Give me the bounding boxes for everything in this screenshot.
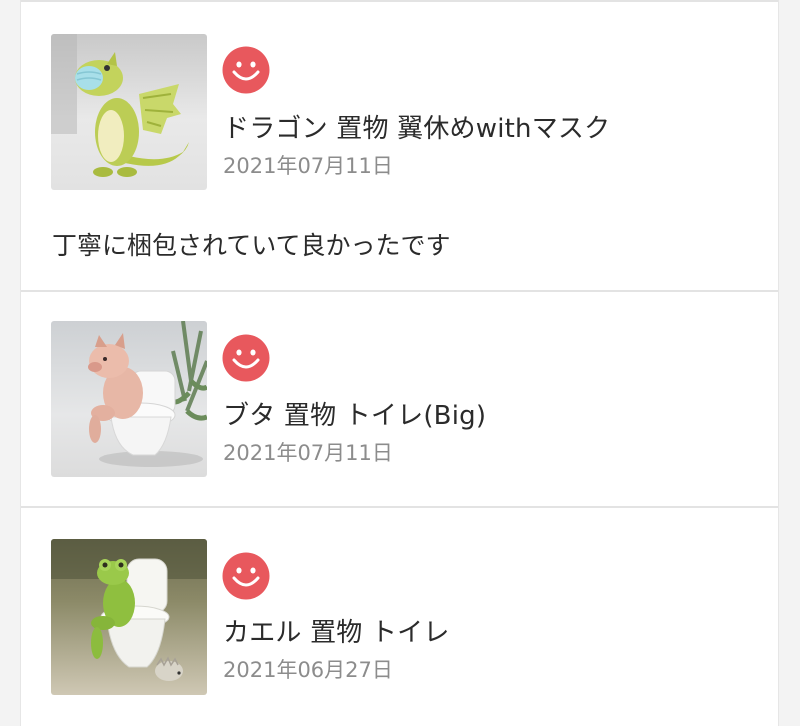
product-name[interactable]: ブタ 置物 トイレ(Big) [223,395,486,432]
product-image-frog[interactable] [51,539,207,695]
review-list: ドラゴン 置物 翼休めwithマスク 2021年07月11日 丁寧に梱包されてい… [20,0,779,726]
review-date: 2021年07月11日 [223,154,393,178]
product-name[interactable]: カエル 置物 トイレ [223,612,450,649]
review-history-page: ドラゴン 置物 翼休めwithマスク 2021年07月11日 丁寧に梱包されてい… [0,0,800,726]
smiley-face-icon [222,552,270,600]
review-item[interactable]: カエル 置物 トイレ 2021年06月27日 [21,508,778,726]
product-image-dragon[interactable] [51,34,207,190]
dragon-figurine-image [51,34,207,190]
pig-figurine-image [51,321,207,477]
review-item[interactable]: ブタ 置物 トイレ(Big) 2021年07月11日 [21,292,778,508]
frog-figurine-image [51,539,207,695]
smiley-face-icon [222,334,270,382]
product-name[interactable]: ドラゴン 置物 翼休めwithマスク [223,108,610,145]
review-item[interactable]: ドラゴン 置物 翼休めwithマスク 2021年07月11日 丁寧に梱包されてい… [21,2,778,292]
review-date: 2021年06月27日 [223,658,393,682]
product-image-pig[interactable] [51,321,207,477]
smiley-face-icon [222,46,270,94]
review-comment: 丁寧に梱包されていて良かったです [52,231,451,260]
review-date: 2021年07月11日 [223,441,393,465]
